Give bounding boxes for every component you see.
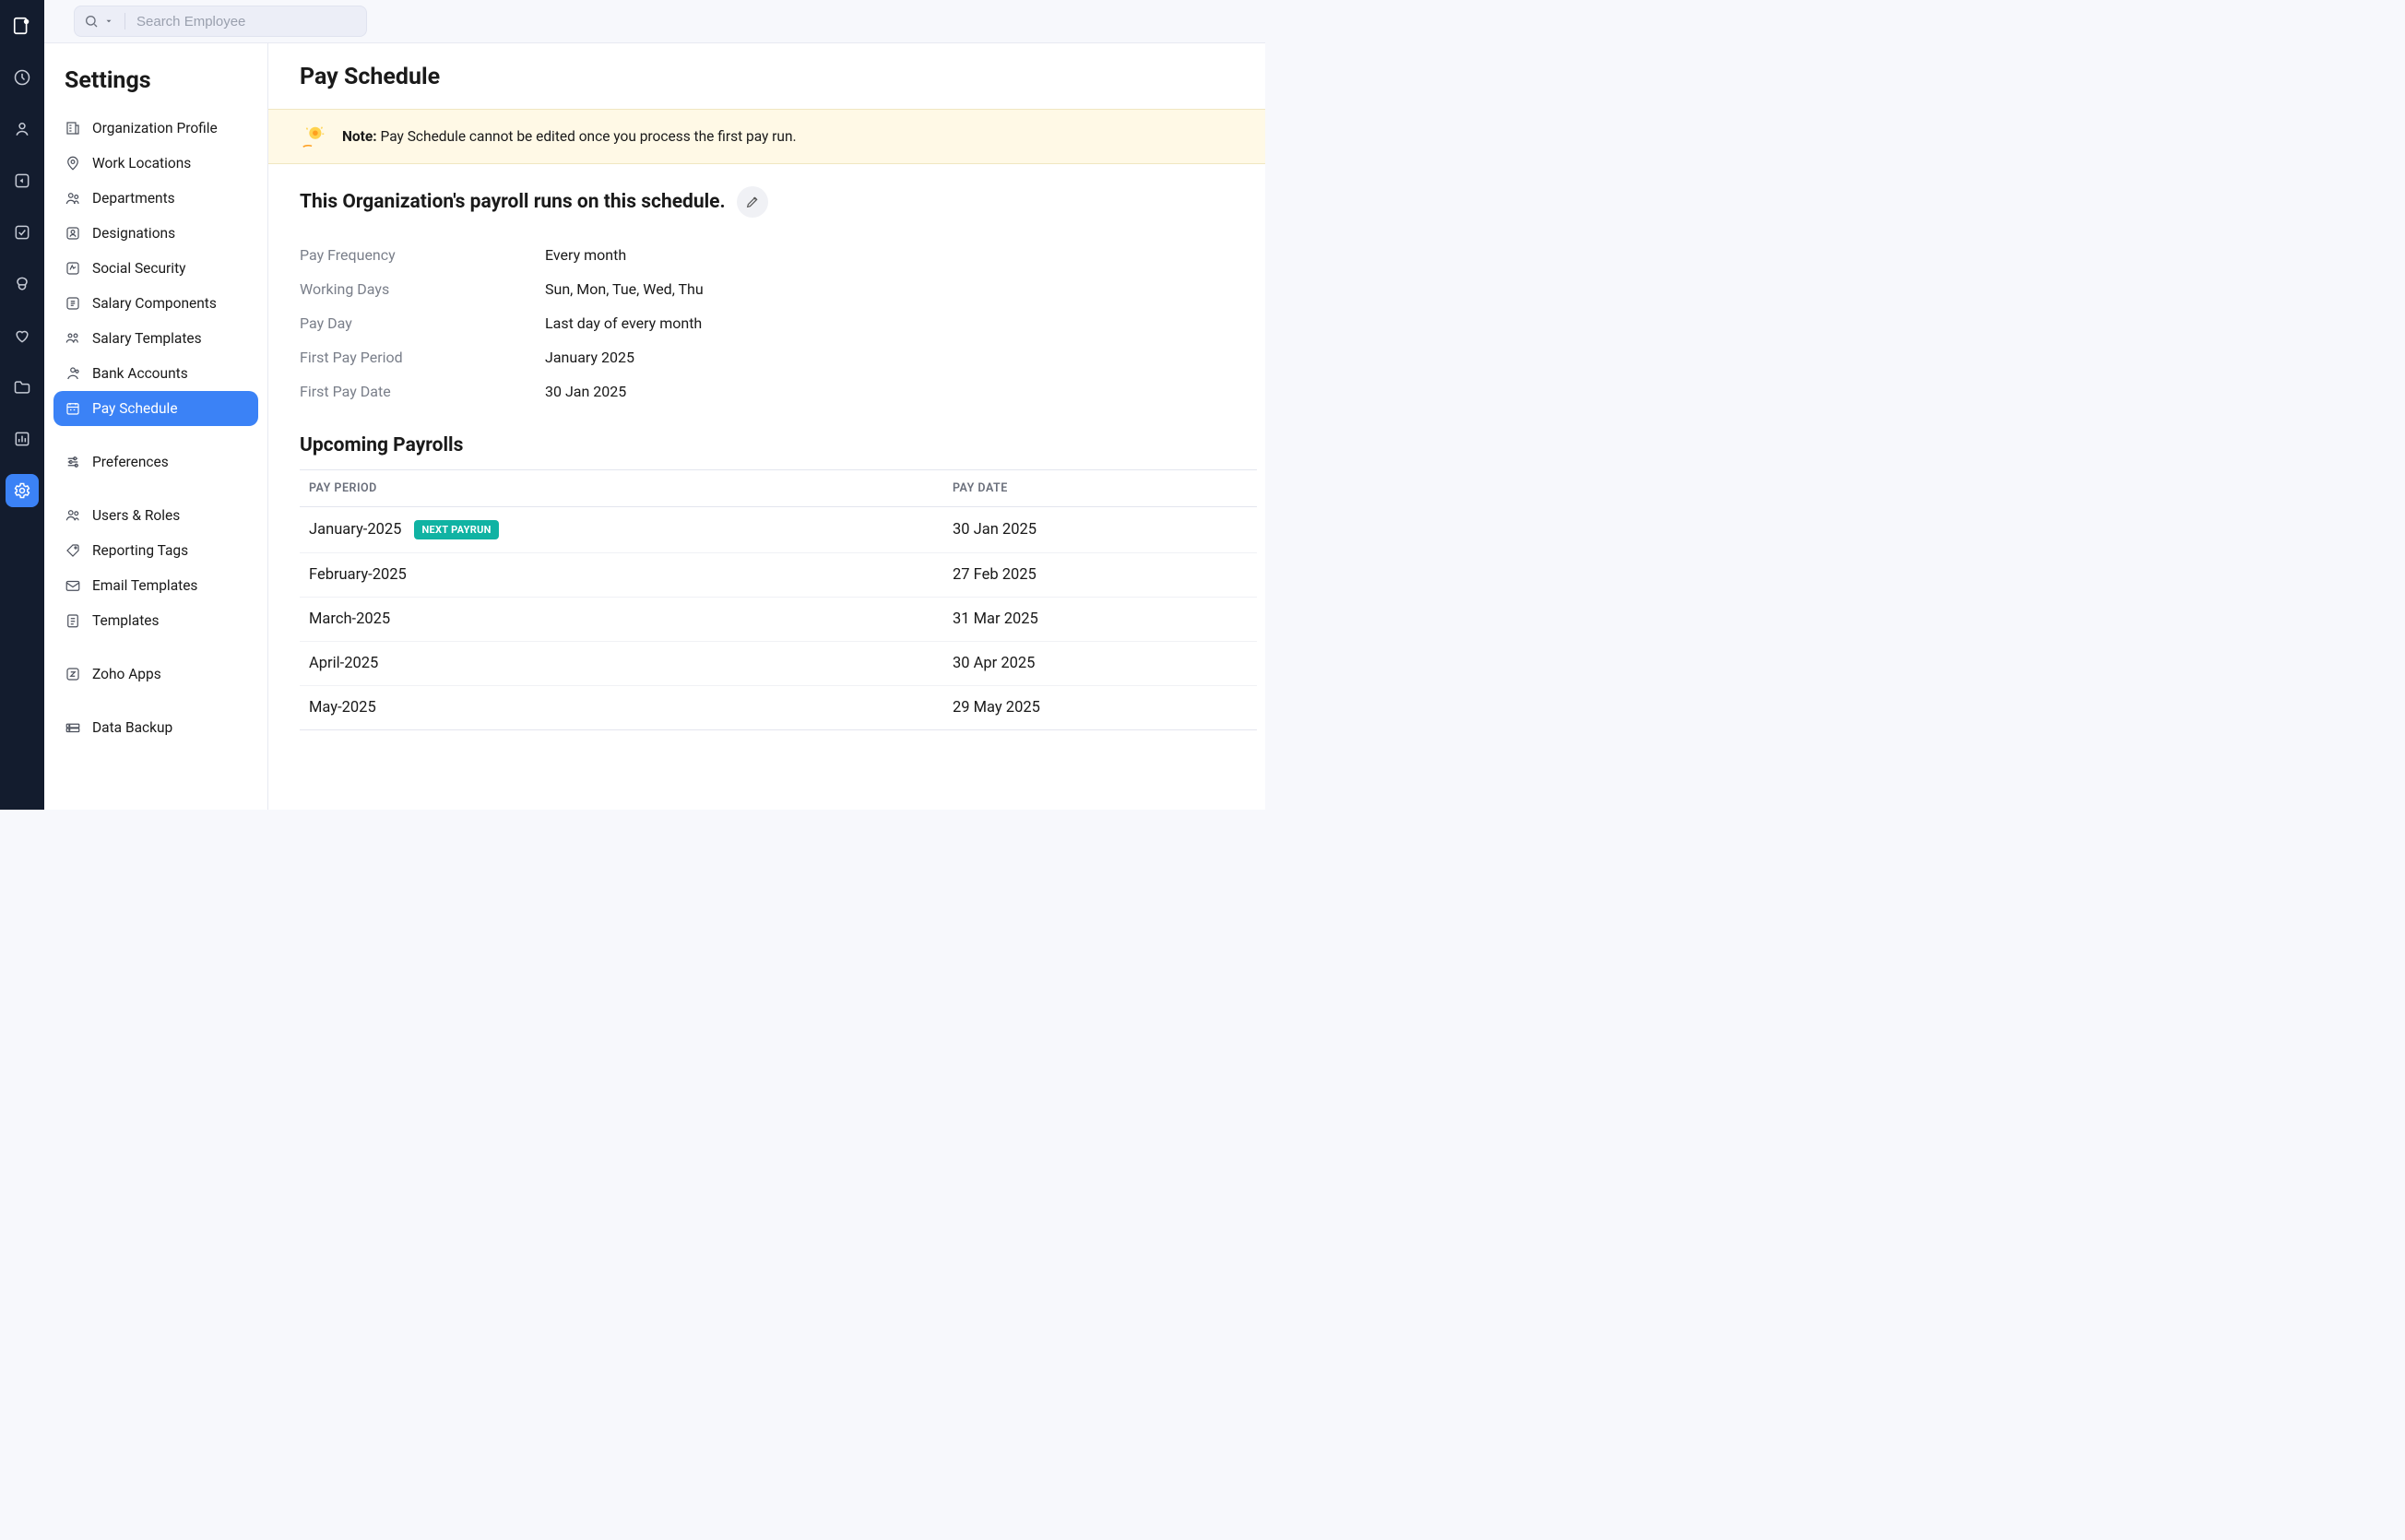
sidebar-title: Settings [53,60,258,111]
detail-label: Pay Day [300,314,545,332]
sidebar-item-organization-profile[interactable]: Organization Profile [53,111,258,146]
sidebar-item-work-locations[interactable]: Work Locations [53,146,258,181]
note-label: Note: [342,128,377,145]
sidebar-item-data-backup[interactable]: Data Backup [53,710,258,745]
pay-period: March-2025 [309,610,390,628]
note-banner: Note: Pay Schedule cannot be edited once… [268,109,1265,164]
table-header: PAY PERIOD PAY DATE [300,469,1257,507]
sidebar-item-label: Salary Templates [92,330,202,347]
pay-date: 31 Mar 2025 [953,610,1248,628]
pay-date: 30 Jan 2025 [953,521,1248,539]
detail-label: First Pay Period [300,349,545,366]
payruns-icon[interactable] [6,164,39,197]
sidebar-item-label: Email Templates [92,577,197,594]
detail-label: Pay Frequency [300,246,545,264]
sidebar-item-label: Organization Profile [92,120,218,136]
sidebar-item-email-templates[interactable]: Email Templates [53,568,258,603]
detail-row: First Pay Period January 2025 [300,340,1234,374]
col-pay-date: PAY DATE [953,481,1248,495]
pencil-icon [745,195,760,209]
page-title: Pay Schedule [268,43,1265,109]
approvals-icon[interactable] [6,216,39,249]
documents-icon[interactable] [6,371,39,404]
sidebar-item-users-roles[interactable]: Users & Roles [53,498,258,533]
table-row: April-2025 30 Apr 2025 [300,642,1257,686]
sidebar-item-salary-templates[interactable]: Salary Templates [53,321,258,356]
sidebar-item-designations[interactable]: Designations [53,216,258,251]
detail-row: First Pay Date 30 Jan 2025 [300,374,1234,409]
sidebar-item-bank-accounts[interactable]: Bank Accounts [53,356,258,391]
sidebar-item-reporting-tags[interactable]: Reporting Tags [53,533,258,568]
sidebar-item-label: Salary Components [92,295,217,312]
detail-row: Pay Frequency Every month [300,238,1234,272]
sidebar-item-label: Users & Roles [92,507,180,524]
detail-value: 30 Jan 2025 [545,383,626,400]
schedule-heading: This Organization's payroll runs on this… [300,191,726,213]
detail-label: First Pay Date [300,383,545,400]
upcoming-title: Upcoming Payrolls [300,434,1234,456]
detail-value: Sun, Mon, Tue, Wed, Thu [545,280,704,298]
search-input[interactable] [136,14,357,30]
table-row: May-2025 29 May 2025 [300,686,1257,730]
sidebar-item-pay-schedule[interactable]: Pay Schedule [53,391,258,426]
topbar [44,0,1265,43]
sidebar-item-label: Departments [92,190,175,207]
app-logo-icon[interactable] [6,9,39,42]
pay-period: May-2025 [309,699,376,717]
benefits-icon[interactable] [6,319,39,352]
sidebar-item-label: Pay Schedule [92,400,178,417]
pay-period: February-2025 [309,566,407,584]
content: Pay Schedule Note: Pay Schedule cannot b… [268,43,1265,810]
payrolls-table: PAY PERIOD PAY DATE January-2025 NEXT PAY… [300,469,1257,730]
detail-label: Working Days [300,280,545,298]
lightbulb-icon [300,123,327,150]
sidebar-item-label: Zoho Apps [92,666,161,682]
sidebar-item-salary-components[interactable]: Salary Components [53,286,258,321]
sidebar-item-social-security[interactable]: Social Security [53,251,258,286]
sidebar-item-label: Designations [92,225,175,242]
col-pay-period: PAY PERIOD [309,481,953,495]
sidebar-item-label: Preferences [92,454,169,470]
detail-row: Working Days Sun, Mon, Tue, Wed, Thu [300,272,1234,306]
loans-icon[interactable] [6,267,39,301]
detail-row: Pay Day Last day of every month [300,306,1234,340]
detail-value: January 2025 [545,349,634,366]
dashboard-icon[interactable] [6,61,39,94]
employees-icon[interactable] [6,113,39,146]
search-container[interactable] [74,6,367,37]
sidebar-item-departments[interactable]: Departments [53,181,258,216]
pay-date: 30 Apr 2025 [953,655,1248,672]
table-row: January-2025 NEXT PAYRUN 30 Jan 2025 [300,507,1257,553]
settings-sidebar: Settings Organization Profile Work Locat… [44,43,268,810]
note-text: Pay Schedule cannot be edited once you p… [381,128,797,145]
sidebar-item-label: Data Backup [92,719,172,736]
pay-period: January-2025 [309,521,401,539]
icon-rail [0,0,44,810]
sidebar-item-zoho-apps[interactable]: Zoho Apps [53,657,258,692]
reports-icon[interactable] [6,422,39,456]
search-icon [84,14,99,29]
table-row: March-2025 31 Mar 2025 [300,598,1257,642]
sidebar-item-label: Work Locations [92,155,191,172]
chevron-down-icon[interactable] [104,17,113,26]
table-row: February-2025 27 Feb 2025 [300,553,1257,598]
pay-date: 29 May 2025 [953,699,1248,717]
pay-period: April-2025 [309,655,378,672]
sidebar-item-templates[interactable]: Templates [53,603,258,638]
edit-button[interactable] [737,186,768,218]
pay-date: 27 Feb 2025 [953,566,1248,584]
detail-value: Last day of every month [545,314,702,332]
detail-value: Every month [545,246,626,264]
sidebar-item-label: Reporting Tags [92,542,188,559]
sidebar-item-label: Social Security [92,260,185,277]
sidebar-item-preferences[interactable]: Preferences [53,444,258,480]
settings-icon[interactable] [6,474,39,507]
sidebar-item-label: Bank Accounts [92,365,188,382]
sidebar-item-label: Templates [92,612,160,629]
next-payrun-badge: NEXT PAYRUN [414,520,498,539]
